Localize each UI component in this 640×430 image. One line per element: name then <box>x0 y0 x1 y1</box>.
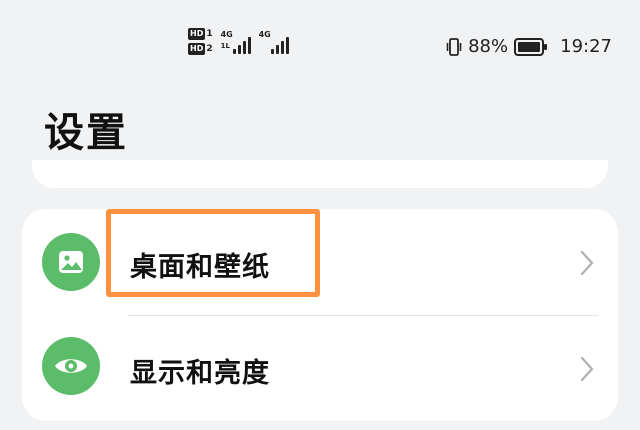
network-type-sim1: 4G <box>220 30 233 39</box>
chevron-right-icon <box>580 356 594 382</box>
eye-icon <box>42 337 100 395</box>
signal-icon <box>232 32 251 54</box>
signal-sim1: 4G 1L <box>221 28 251 54</box>
hd-badge-label: HD <box>188 43 206 55</box>
chevron-right-icon <box>580 250 594 276</box>
sim1-number: 1 <box>206 29 213 39</box>
network-sub-sim1: 1L <box>220 42 230 50</box>
network-type-sim2: 4G <box>258 30 271 39</box>
right-status-group: 88% 19:27 <box>446 36 612 57</box>
signal-sim2: 4G <box>259 28 289 54</box>
signal-icon <box>270 32 289 54</box>
page-title: 设置 <box>44 110 128 156</box>
image-icon <box>42 233 100 291</box>
hd-badge-sim1: HD 1 <box>188 28 213 40</box>
battery-icon <box>514 37 548 56</box>
status-bar: HD 1 HD 2 4G 1L 4G 88% 19:27 <box>0 0 640 92</box>
hd-badge-label: HD <box>188 28 206 40</box>
battery-percent: 88% <box>468 36 509 57</box>
vibrate-icon <box>446 37 462 56</box>
settings-card: 桌面和壁纸 显示和亮度 <box>22 209 618 421</box>
sim2-number: 2 <box>206 44 213 54</box>
clock: 19:27 <box>560 36 612 57</box>
sim-signal-group: HD 1 HD 2 4G 1L 4G <box>188 28 289 55</box>
settings-item-display-brightness[interactable]: 显示和亮度 <box>22 315 618 421</box>
settings-card-previous <box>32 160 608 188</box>
settings-item-label: 显示和亮度 <box>130 358 270 389</box>
hd-badge-sim2: HD 2 <box>188 43 213 55</box>
settings-item-desktop-wallpaper[interactable]: 桌面和壁纸 <box>22 209 618 315</box>
hd-badges: HD 1 HD 2 <box>188 28 213 55</box>
settings-item-label: 桌面和壁纸 <box>130 252 270 283</box>
